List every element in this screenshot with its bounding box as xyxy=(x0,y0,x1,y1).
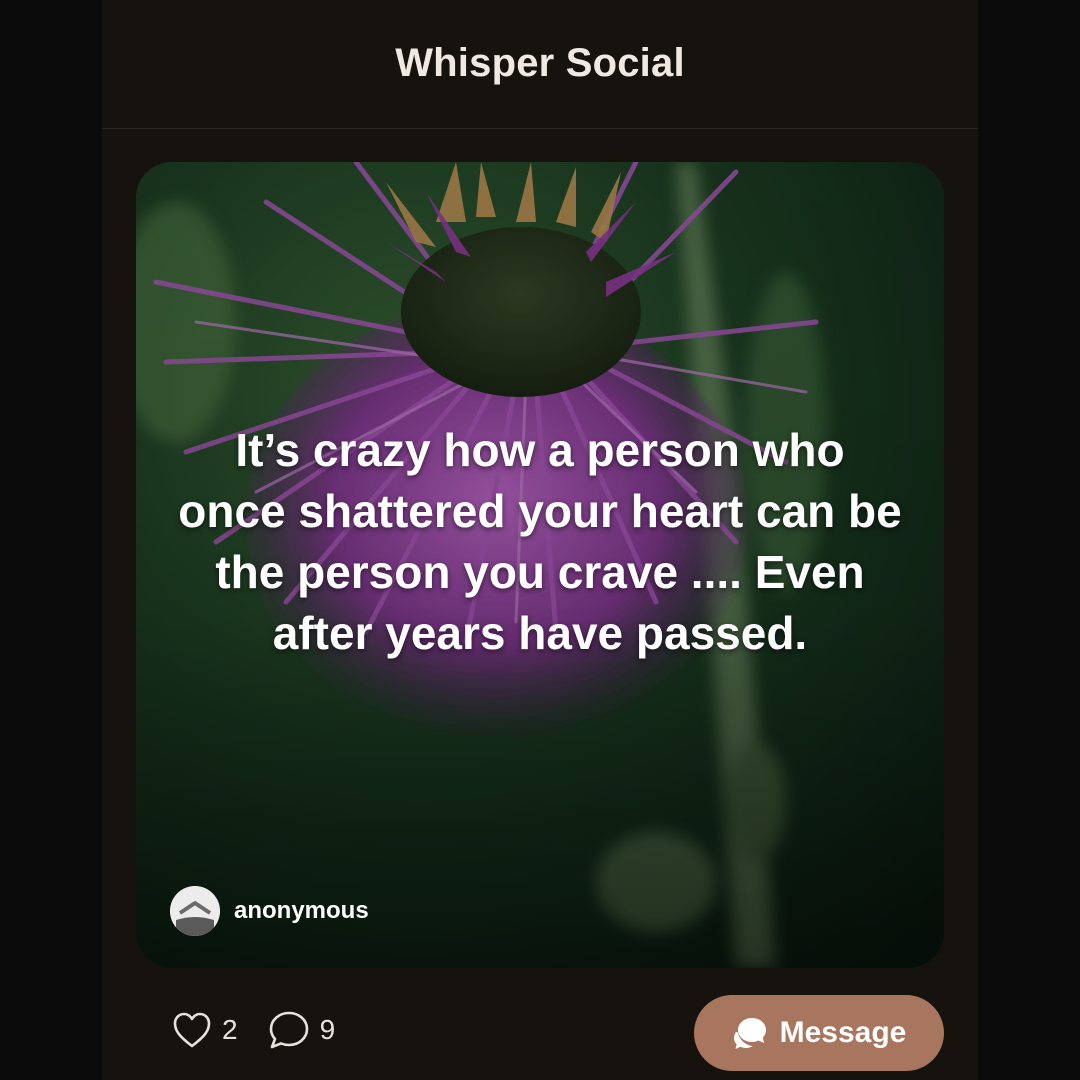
app-header: Whisper Social xyxy=(102,0,978,129)
message-button[interactable]: Message xyxy=(694,995,944,1071)
chat-bubbles-icon xyxy=(732,1016,768,1050)
author-name: anonymous xyxy=(234,897,369,924)
comment-button[interactable]: 9 xyxy=(268,1010,336,1050)
like-button[interactable]: 2 xyxy=(172,1011,238,1049)
message-button-label: Message xyxy=(779,1016,907,1049)
comment-bubble-icon xyxy=(268,1010,310,1050)
app-container: Whisper Social It’s crazy how a person w… xyxy=(102,0,978,1080)
comment-count: 9 xyxy=(319,1014,336,1045)
like-count: 2 xyxy=(222,1014,238,1045)
app-title: Whisper Social xyxy=(395,40,685,85)
post-author[interactable]: anonymous xyxy=(170,886,369,936)
heart-icon xyxy=(172,1011,212,1049)
anonymous-avatar-icon xyxy=(170,886,220,936)
post-card[interactable]: It’s crazy how a person who once shatter… xyxy=(136,162,944,968)
post-text: It’s crazy how a person who once shatter… xyxy=(178,424,902,659)
post-actions: 2 9 xyxy=(172,1010,365,1050)
